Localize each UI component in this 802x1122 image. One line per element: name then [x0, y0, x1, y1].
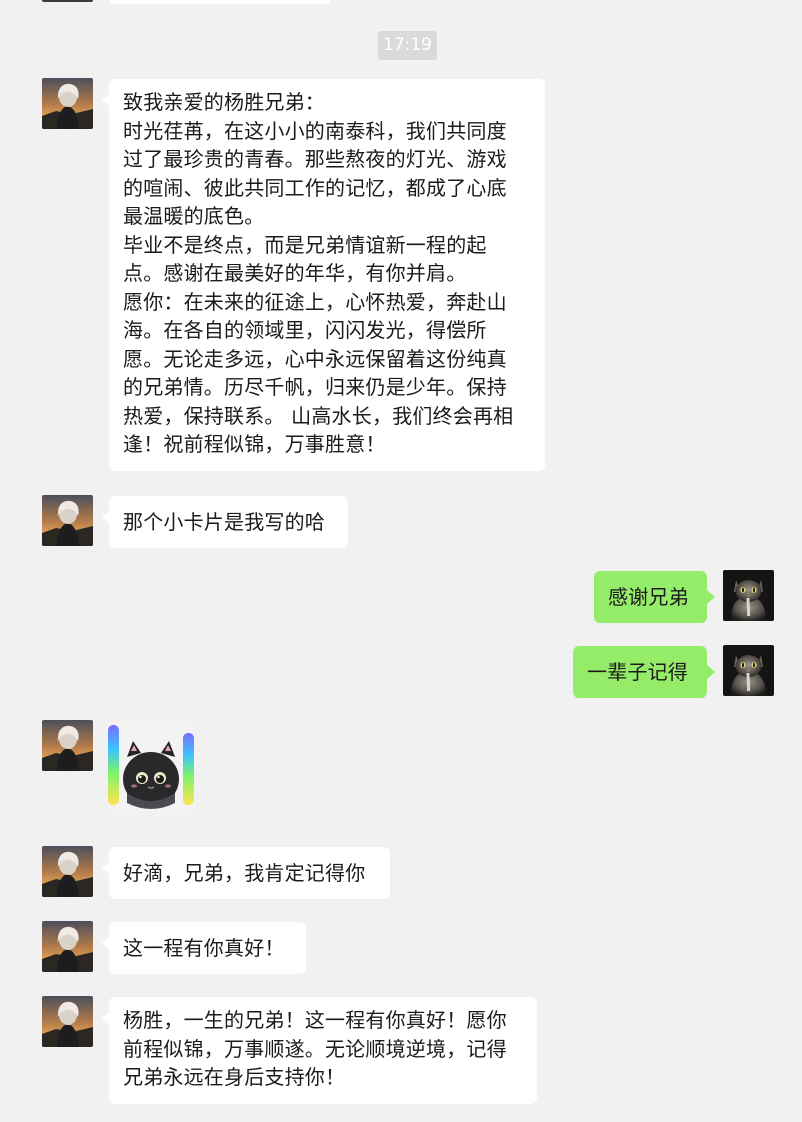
avatar[interactable]	[42, 78, 93, 129]
message-text: 这一程有你真好！	[123, 936, 285, 960]
message-bubble[interactable]	[109, 0, 331, 4]
avatar[interactable]	[723, 570, 774, 621]
avatar[interactable]	[42, 0, 93, 2]
message-text: 点。感谢在最美好的年华，有你并肩。	[123, 261, 467, 285]
message-text: 时光荏苒，在这小小的南泰科，我们共同度	[123, 118, 507, 143]
message-text: 逢！祝前程似锦，万事胜意！	[123, 432, 386, 456]
message-bubble[interactable]: 那个小卡片是我写的哈	[102, 496, 348, 548]
message-bubble[interactable]: 好滴，兄弟，我肯定记得你	[102, 847, 390, 899]
message-text: 一辈子记得	[587, 660, 688, 684]
avatar[interactable]	[42, 921, 93, 972]
avatar[interactable]	[723, 645, 774, 696]
message-bubble[interactable]: 致我亲爱的杨胜兄弟： 时光荏苒，在这小小的南泰科，我们共同度 过了最珍贵的青春。…	[102, 79, 545, 471]
timestamp: 17:19	[378, 31, 437, 60]
black-cat-sticker[interactable]	[107, 723, 195, 811]
message-text: 兄弟永远在身后支持你！	[123, 1065, 346, 1089]
message-bubble[interactable]: 杨胜，一生的兄弟！这一程有你真好！愿你 前程似锦，万事顺遂。无论顺境逆境，记得 …	[102, 997, 537, 1104]
message-text: 毕业不是终点，而是兄弟情谊新一程的起	[123, 232, 487, 257]
message-text: 愿你：在未来的征途上，心怀热爱，奔赴山	[123, 289, 507, 314]
message-text: 前程似锦，万事顺遂。无论顺境逆境，记得	[123, 1036, 507, 1061]
message-text: 最温暖的底色。	[123, 204, 265, 228]
message-bubble[interactable]: 一辈子记得	[573, 646, 715, 698]
avatar[interactable]	[42, 720, 93, 771]
message-text: 的兄弟情。历尽千帆，归来仍是少年。保持	[123, 375, 507, 399]
message-text: 感谢兄弟	[608, 585, 689, 609]
message-text: 那个小卡片是我写的哈	[123, 510, 325, 534]
message-text: 过了最珍贵的青春。那些熬夜的灯光、游戏	[123, 147, 507, 171]
message-text: 致我亲爱的杨胜兄弟：	[123, 90, 325, 114]
message-text: 海。在各自的领域里，闪闪发光，得偿所	[123, 318, 487, 342]
avatar[interactable]	[42, 846, 93, 897]
message-bubble[interactable]: 感谢兄弟	[594, 571, 715, 623]
avatar[interactable]	[42, 495, 93, 546]
message-text: 热爱，保持联系。 山高水长，我们终会再相	[123, 403, 514, 428]
message-text: 好滴，兄弟，我肯定记得你	[123, 861, 366, 885]
message-text: 的喧闹、彼此共同工作的记忆，都成了心底	[123, 175, 507, 200]
message-bubble[interactable]: 这一程有你真好！	[102, 922, 306, 974]
avatar[interactable]	[42, 996, 93, 1047]
message-text: 杨胜，一生的兄弟！这一程有你真好！愿你	[123, 1008, 507, 1032]
message-text: 愿。无论走多远，心中永远保留着这份纯真	[123, 346, 507, 371]
chat-history[interactable]: 17:19 致我亲爱的杨胜兄弟： 时光荏苒，在这小小的南泰科，我们共同度 过了最…	[0, 0, 802, 1122]
